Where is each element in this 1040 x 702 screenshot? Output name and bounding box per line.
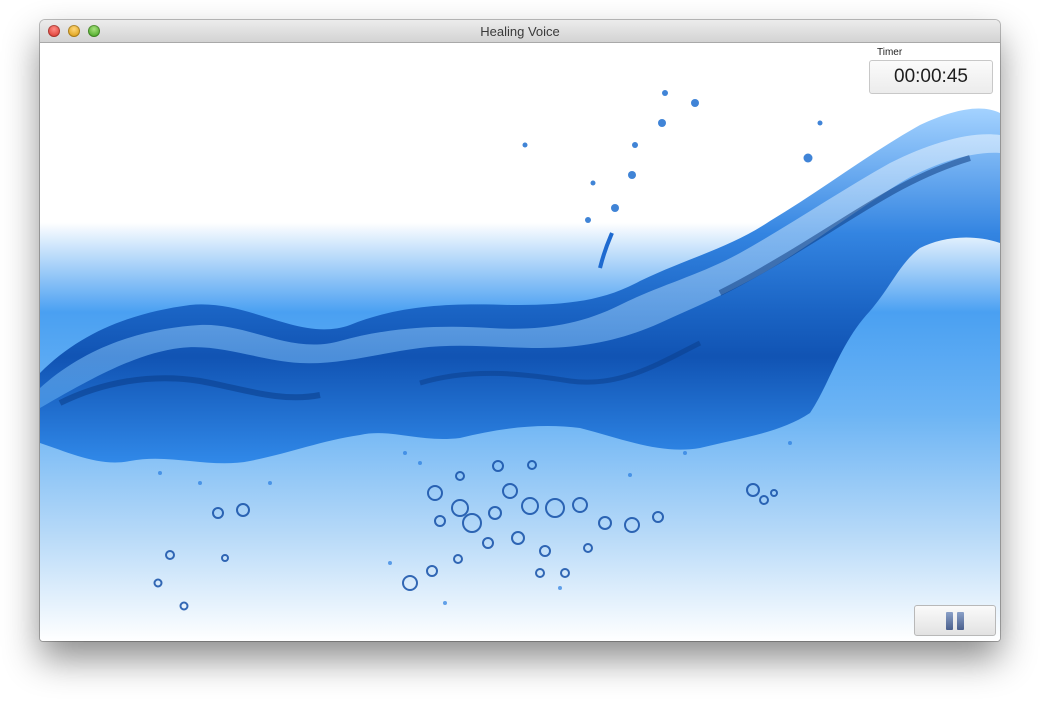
window-title: Healing Voice xyxy=(480,24,560,39)
title-bar[interactable]: Healing Voice xyxy=(40,20,1000,43)
water-splash-image xyxy=(40,90,1000,611)
timer-display: 00:00:45 xyxy=(869,60,993,94)
pause-icon xyxy=(946,612,964,630)
content-area: Timer 00:00:45 xyxy=(40,43,1000,641)
pause-button[interactable] xyxy=(914,605,996,636)
timer-label: Timer xyxy=(877,47,903,58)
app-window: Healing Voice Timer 00:00:45 xyxy=(40,20,1000,641)
